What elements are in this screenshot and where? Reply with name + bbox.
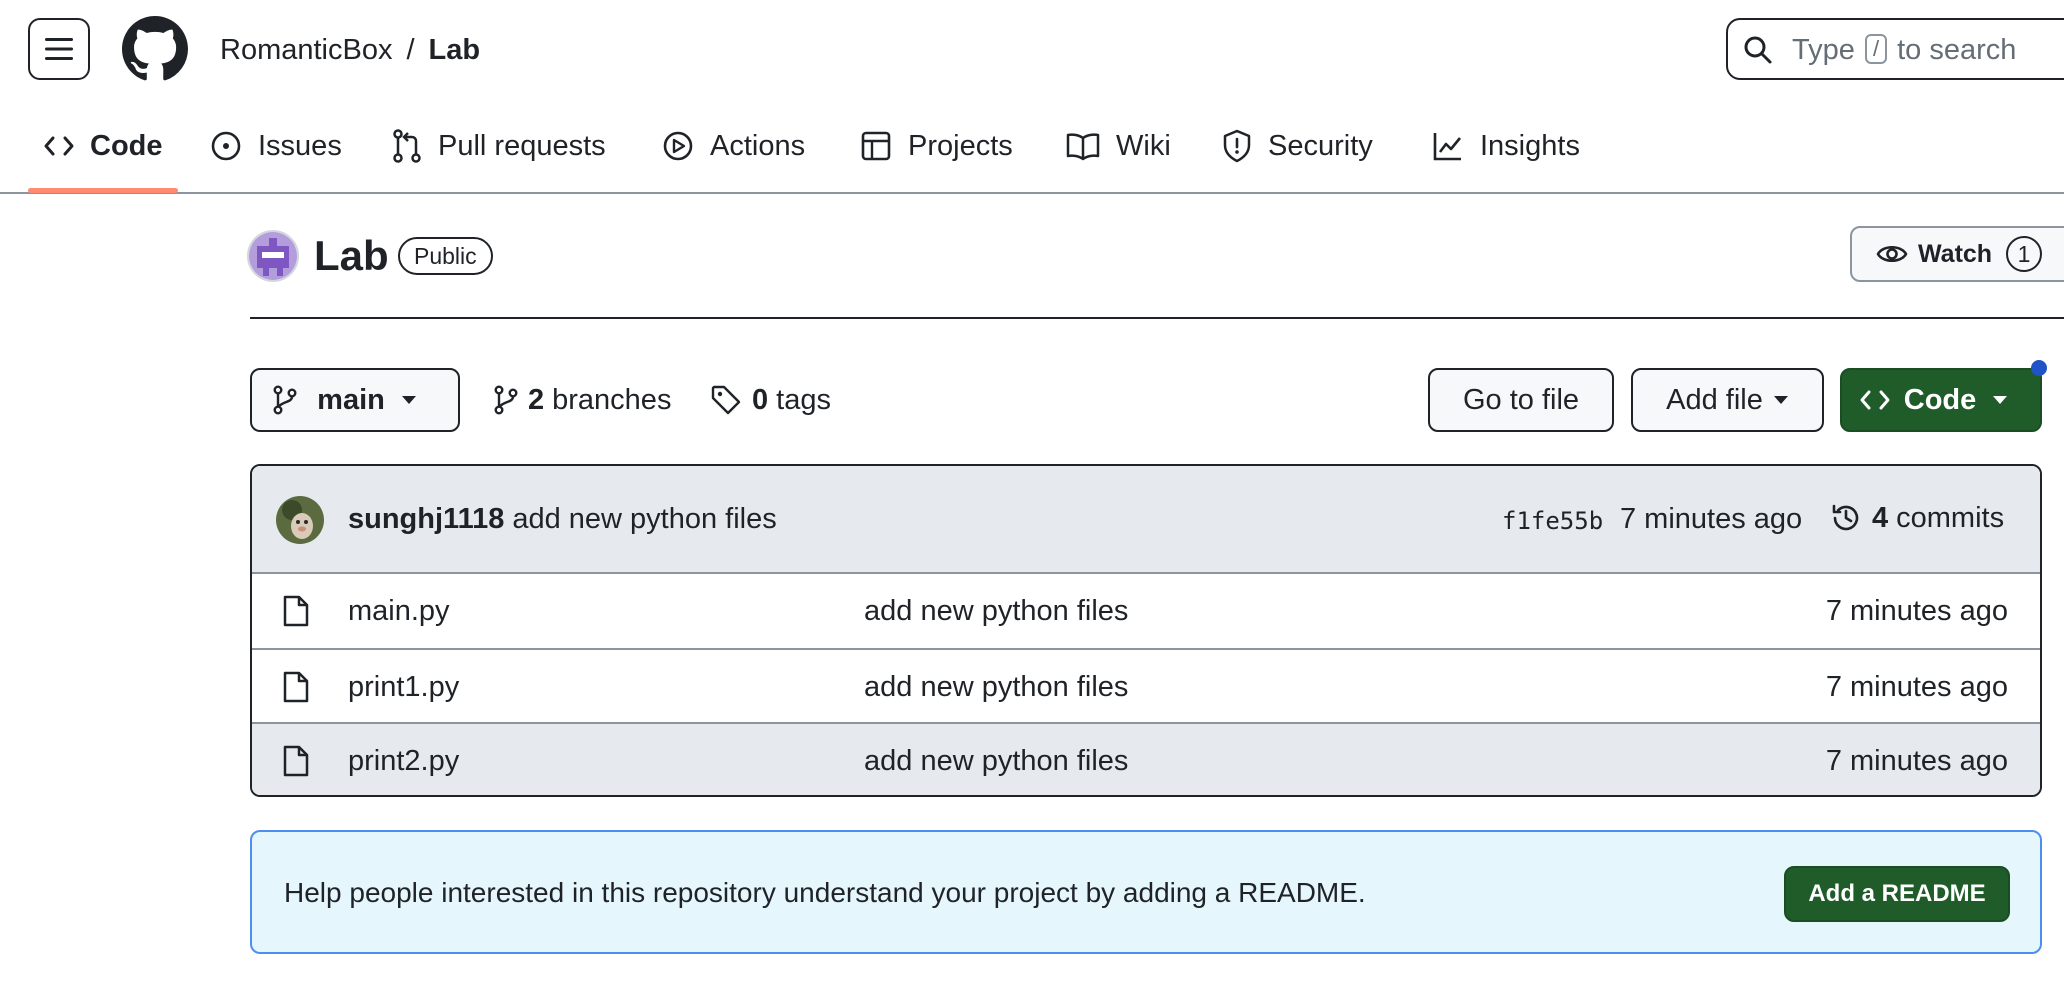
file-row[interactable]: main.py add new python files 7 minutes a… [252,574,2040,648]
commits-label: commits [1896,502,2005,534]
watch-button[interactable]: Watch 1 [1850,226,2064,282]
git-branch-icon [273,385,297,415]
file-list: sunghj1118 add new python files f1fe55b 7… [250,464,2042,797]
file-commit-time: 7 minutes ago [1825,595,2008,627]
tab-issues[interactable]: Issues [210,120,342,172]
branches-count: 2 [528,383,545,416]
graph-icon [1432,130,1464,162]
owner-avatar[interactable] [247,230,299,282]
breadcrumb-separator: / [406,34,415,66]
active-tab-indicator [28,188,178,193]
shield-icon [1222,129,1252,163]
visibility-badge: Public [398,237,493,275]
tags-label: tags [776,383,831,416]
search-icon [1742,34,1774,66]
breadcrumb-repo[interactable]: Lab [429,34,481,66]
file-commit-message[interactable]: add new python files [864,592,1128,630]
play-icon [662,130,694,162]
tab-pull-requests[interactable]: Pull requests [392,120,606,172]
tab-security[interactable]: Security [1222,120,1373,172]
global-header: RomanticBox / Lab Type / to search Code Is… [0,0,2064,194]
chevron-down-icon [1773,395,1789,405]
tab-security-label: Security [1268,129,1373,162]
commit-author[interactable]: sunghj1118 [348,503,504,535]
menu-button[interactable] [28,18,90,80]
commits-link[interactable]: 4 commits [1830,498,2004,538]
tags-link[interactable]: 0 tags [710,380,831,420]
tab-issues-label: Issues [258,129,342,162]
code-button-label: Code [1903,383,1977,416]
book-icon [1066,131,1100,161]
tags-count: 0 [752,383,769,416]
tab-pull-requests-label: Pull requests [438,129,606,162]
file-name[interactable]: main.py [348,592,450,630]
eye-icon [1876,242,1908,266]
title-divider [250,317,2064,319]
search-placeholder: Type / to search [1792,34,2017,66]
github-logo-icon[interactable] [122,16,188,82]
file-commit-time: 7 minutes ago [1825,745,2008,777]
hamburger-icon [45,38,73,60]
tab-actions-label: Actions [710,129,806,162]
git-branch-icon [494,385,518,415]
branches-label: branches [552,383,672,416]
readme-banner: Help people interested in this repositor… [250,830,2042,954]
history-icon [1830,502,1862,534]
tab-wiki[interactable]: Wiki [1066,120,1171,172]
tab-code[interactable]: Code [44,120,163,172]
breadcrumb-owner[interactable]: RomanticBox [220,34,392,66]
file-icon [282,670,310,704]
chevron-down-icon [1992,395,2008,405]
breadcrumb: RomanticBox / Lab [220,30,480,70]
add-readme-button[interactable]: Add a README [1784,866,2010,922]
tab-insights[interactable]: Insights [1432,120,1580,172]
issue-opened-icon [210,130,242,162]
code-icon [1860,388,1890,412]
commit-sha[interactable]: f1fe55b [1502,504,1603,538]
tab-insights-label: Insights [1480,129,1580,162]
file-icon [282,744,310,778]
repo-title[interactable]: Lab [314,228,389,284]
file-commit-message[interactable]: add new python files [864,742,1128,780]
file-row[interactable]: print2.py add new python files 7 minutes… [252,722,2040,795]
code-button[interactable]: Code [1840,368,2042,432]
git-pull-request-icon [392,129,422,163]
file-name[interactable]: print2.py [348,742,459,780]
branch-name: main [317,383,385,416]
tab-projects-label: Projects [908,129,1013,162]
avatar[interactable] [276,496,324,544]
add-file-label: Add file [1666,383,1763,416]
tab-wiki-label: Wiki [1116,129,1171,162]
tab-code-label: Code [90,129,163,162]
file-row[interactable]: print1.py add new python files 7 minutes… [252,648,2040,722]
latest-commit-bar: sunghj1118 add new python files f1fe55b 7… [252,466,2040,574]
tab-actions[interactable]: Actions [662,120,805,172]
tab-projects[interactable]: Projects [860,120,1013,172]
commits-count: 4 [1872,502,1889,534]
branches-link[interactable]: 2 branches [494,380,671,420]
file-name[interactable]: print1.py [348,668,459,706]
file-commit-time: 7 minutes ago [1825,671,2008,703]
search-input[interactable]: Type / to search [1726,18,2064,80]
tag-icon [710,384,742,416]
table-icon [860,130,892,162]
search-shortcut-key: / [1864,34,1888,64]
commit-summary: sunghj1118 add new python files [348,500,777,538]
go-to-file-label: Go to file [1462,383,1580,416]
notification-dot [2031,360,2047,376]
add-file-button[interactable]: Add file [1631,368,1824,432]
file-icon [282,594,310,628]
commit-time: 7 minutes ago [1620,503,1803,535]
commit-message[interactable]: add new python files [512,503,776,535]
code-icon [44,134,74,158]
watch-label: Watch [1918,239,1993,268]
go-to-file-button[interactable]: Go to file [1428,368,1614,432]
branch-selector-button[interactable]: main [250,368,460,432]
watch-count: 1 [2006,236,2043,272]
chevron-down-icon [401,395,417,405]
readme-banner-text: Help people interested in this repositor… [284,877,1366,908]
file-commit-message[interactable]: add new python files [864,668,1128,706]
